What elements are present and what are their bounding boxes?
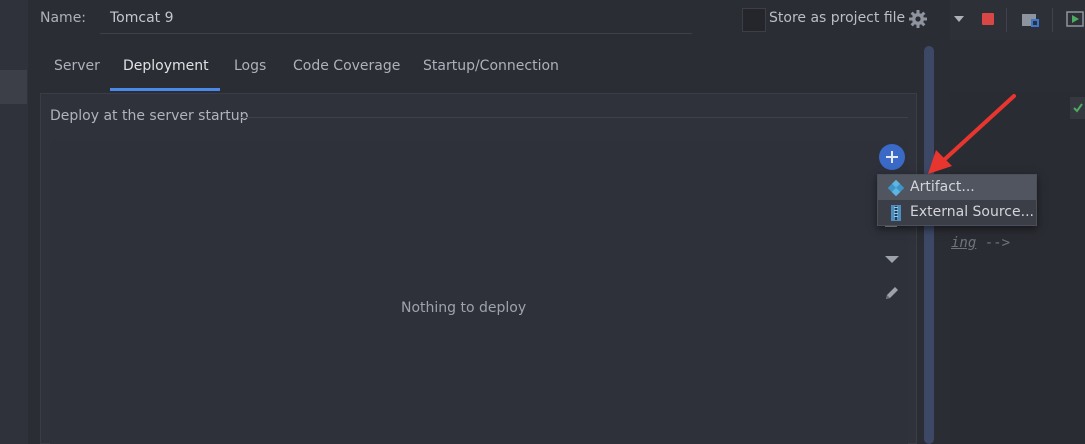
name-field[interactable]	[100, 4, 692, 34]
menu-item-label: External Source...	[910, 204, 1034, 220]
store-as-project-file-checkbox[interactable]	[742, 8, 766, 32]
store-as-project-file-label[interactable]: Store as project file	[769, 10, 905, 26]
tab-deployment[interactable]: Deployment	[123, 58, 209, 74]
left-selected-item[interactable]	[0, 70, 27, 104]
group-separator	[240, 117, 908, 118]
add-dropdown-menu: Artifact... External Source...	[877, 174, 1037, 226]
tab-startup-connection[interactable]: Startup/Connection	[423, 58, 559, 74]
tab-server[interactable]: Server	[54, 58, 100, 74]
ide-toolbar	[950, 0, 1085, 40]
stop-icon[interactable]	[982, 13, 994, 25]
tab-logs[interactable]: Logs	[234, 58, 266, 74]
tab-code-coverage[interactable]: Code Coverage	[293, 58, 400, 74]
toolbar-separator	[1006, 8, 1007, 32]
gear-icon[interactable]	[908, 9, 928, 29]
name-label: Name:	[40, 10, 87, 26]
external-source-icon	[891, 205, 901, 221]
code-word: ing	[951, 235, 977, 251]
project-structure-icon[interactable]	[1022, 12, 1040, 28]
code-snippet: ing -->	[951, 235, 1010, 251]
left-panel-strip	[0, 0, 28, 444]
menu-item-external-source[interactable]: External Source...	[878, 200, 1036, 225]
run-config-dropdown-icon[interactable]	[954, 16, 964, 22]
menu-item-label: Artifact...	[910, 179, 975, 195]
check-icon	[1073, 103, 1083, 113]
group-title: Deploy at the server startup	[50, 108, 249, 124]
deployment-list[interactable]	[50, 140, 876, 444]
code-comment-end: -->	[976, 235, 1011, 251]
active-tab-indicator	[110, 88, 220, 91]
scrollbar-thumb[interactable]	[924, 46, 934, 444]
move-down-icon[interactable]	[885, 256, 899, 263]
edit-pencil-icon[interactable]	[882, 283, 902, 303]
add-button[interactable]	[879, 144, 905, 170]
menu-item-artifact[interactable]: Artifact...	[878, 175, 1036, 200]
run-dashboard-icon[interactable]	[1066, 11, 1084, 27]
artifact-icon	[888, 180, 904, 196]
code-editor-background	[950, 92, 1085, 444]
inspection-ok-badge	[1070, 97, 1085, 119]
toolbar-separator	[1052, 8, 1053, 32]
plus-icon	[886, 151, 898, 163]
name-value[interactable]: Tomcat 9	[110, 10, 174, 26]
empty-state-text: Nothing to deploy	[401, 300, 527, 316]
